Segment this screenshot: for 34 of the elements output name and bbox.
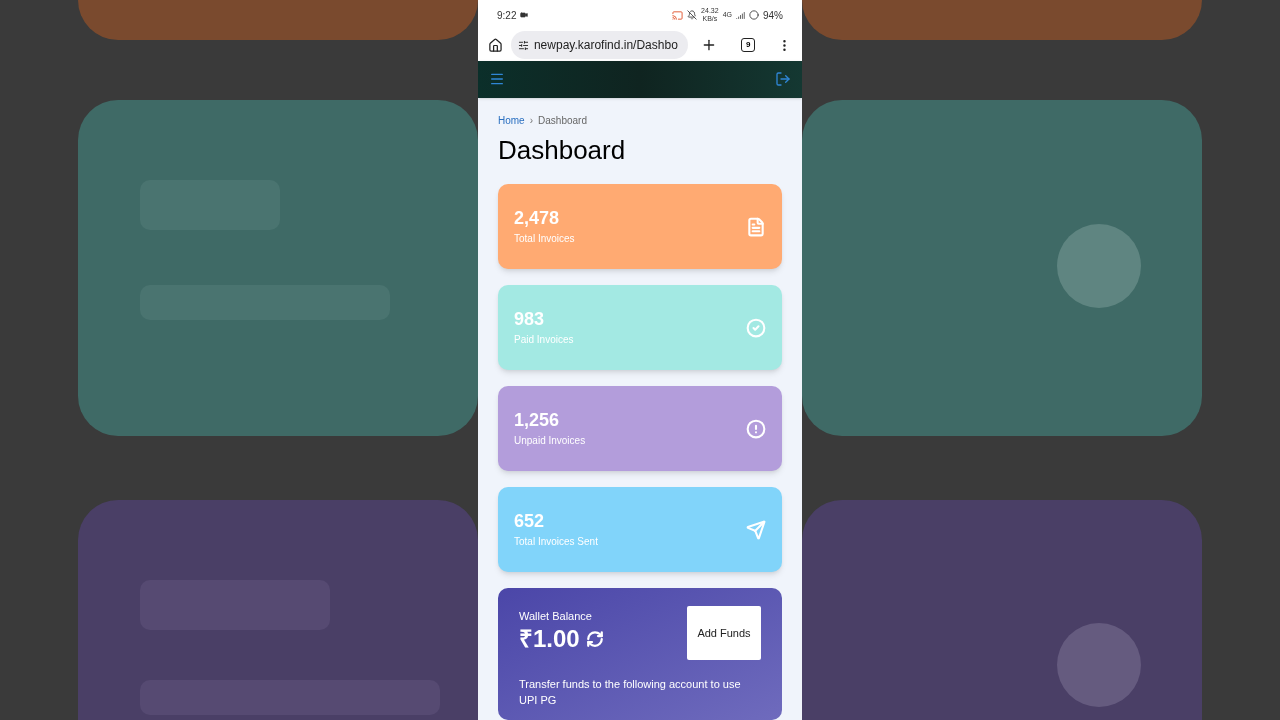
tab-count-button[interactable]: 9 <box>741 38 756 53</box>
add-funds-button[interactable]: Add Funds <box>687 606 761 660</box>
stat-label: Paid Invoices <box>514 333 574 347</box>
stat-label: Unpaid Invoices <box>514 434 586 448</box>
wallet-note: Transfer funds to the following account to use UPI PG <box>519 677 742 708</box>
stat-label: Total Invoices Sent <box>514 535 598 549</box>
breadcrumb-separator: › <box>529 114 534 128</box>
address-bar[interactable]: newpay.karofind.in/Dashbo <box>510 31 689 60</box>
breadcrumb-link[interactable]: Home <box>498 113 525 128</box>
stat-label: Total Invoices <box>514 232 575 246</box>
page-title: Dashboard <box>498 134 627 167</box>
stat-value: 2,478 <box>514 207 561 229</box>
battery-level: 94% <box>763 8 783 23</box>
status-time: 9:22 <box>497 8 517 23</box>
wallet-label: Wallet Balance <box>519 609 593 624</box>
check-icon <box>746 317 766 338</box>
document-icon <box>746 216 766 237</box>
stat-value: 652 <box>514 510 546 532</box>
home-icon[interactable] <box>488 37 503 53</box>
breadcrumb-current: Dashboard <box>538 114 587 128</box>
url-text: newpay.karofind.in/Dashbo <box>533 37 678 55</box>
camera-icon <box>520 11 529 19</box>
mute-icon <box>687 10 698 20</box>
stat-value: 983 <box>514 308 546 330</box>
send-icon <box>746 519 766 540</box>
refresh-icon[interactable] <box>585 629 604 648</box>
logout-icon[interactable] <box>775 71 791 88</box>
battery-icon <box>749 10 759 20</box>
signal-icon <box>736 10 745 20</box>
cast-icon <box>672 9 684 21</box>
site-settings-icon[interactable] <box>517 39 529 51</box>
stat-value: 1,256 <box>514 409 561 431</box>
wallet-amount: ₹1.00 <box>519 624 580 653</box>
alert-icon <box>746 418 766 439</box>
